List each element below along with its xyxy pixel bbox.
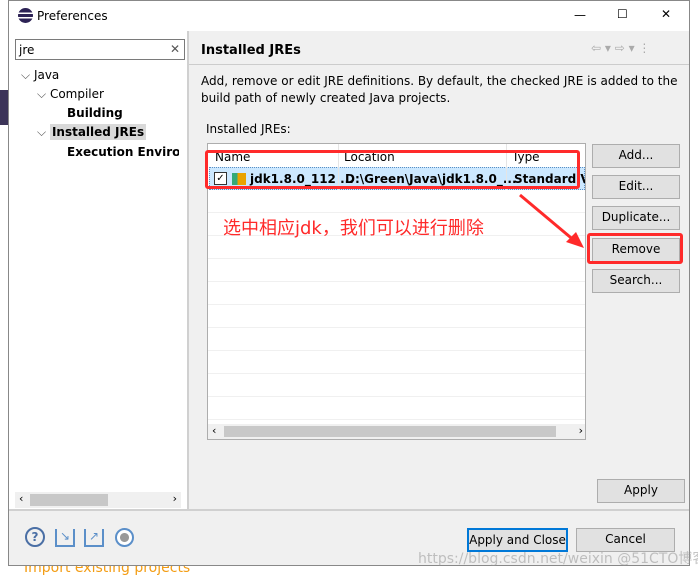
close-button[interactable]: ✕	[661, 7, 671, 21]
filter-value: jre	[19, 43, 35, 57]
duplicate-button[interactable]: Duplicate...	[592, 206, 680, 230]
title-bar: Preferences — ☐ ✕	[9, 1, 689, 31]
tree-item-java[interactable]: ⌵ Java	[21, 68, 59, 83]
header-separator	[189, 64, 689, 65]
edit-button[interactable]: Edit...	[592, 175, 680, 199]
record-icon[interactable]	[115, 528, 134, 547]
annotation-box-row	[205, 150, 580, 189]
clear-filter-icon[interactable]: ✕	[170, 42, 180, 56]
window-title: Preferences	[37, 9, 108, 23]
chevron-down-icon[interactable]: ⌵	[37, 87, 46, 101]
tree-item-installed-jres[interactable]: ⌵ Installed JREs	[37, 124, 147, 140]
annotation-box-remove	[587, 233, 683, 264]
tree-item-execution-environments[interactable]: Execution Environi	[67, 145, 179, 159]
background-strip	[0, 90, 8, 125]
tree-horizontal-scrollbar[interactable]: ‹ ›	[15, 492, 181, 508]
maximize-button[interactable]: ☐	[617, 7, 628, 21]
annotation-text: 选中相应jdk，我们可以进行删除	[223, 218, 484, 239]
tree-item-building[interactable]: Building	[67, 106, 123, 120]
chevron-down-icon[interactable]: ⌵	[37, 125, 46, 139]
annotation-arrow	[519, 193, 584, 248]
list-label: Installed JREs:	[206, 122, 291, 136]
footer-separator	[9, 509, 689, 511]
filter-input[interactable]: jre ✕	[15, 39, 185, 60]
page-title: Installed JREs	[201, 43, 301, 58]
panel-divider[interactable]	[187, 31, 189, 509]
help-icon[interactable]: ?	[25, 527, 45, 547]
preferences-dialog: Preferences — ☐ ✕ jre ✕ ⌵ Java ⌵ Compile…	[8, 0, 690, 566]
export-icon[interactable]: ↗	[84, 529, 104, 547]
page-description: Add, remove or edit JRE definitions. By …	[201, 74, 678, 105]
add-button[interactable]: Add...	[592, 144, 680, 168]
watermark: https://blog.csdn.net/weixin @51CTO博客	[418, 551, 698, 567]
eclipse-icon	[18, 8, 33, 23]
left-panel	[9, 31, 187, 509]
history-nav[interactable]: ⇦ ▾ ⇨ ▾ ⋮	[591, 41, 650, 55]
import-icon[interactable]: ↘	[55, 529, 75, 547]
search-button[interactable]: Search...	[592, 269, 680, 293]
minimize-button[interactable]: —	[574, 8, 586, 22]
tree-item-compiler[interactable]: ⌵ Compiler	[37, 87, 104, 102]
chevron-down-icon[interactable]: ⌵	[21, 68, 30, 82]
apply-button[interactable]: Apply	[597, 479, 685, 503]
table-horizontal-scrollbar[interactable]: ‹ ›	[208, 424, 585, 439]
